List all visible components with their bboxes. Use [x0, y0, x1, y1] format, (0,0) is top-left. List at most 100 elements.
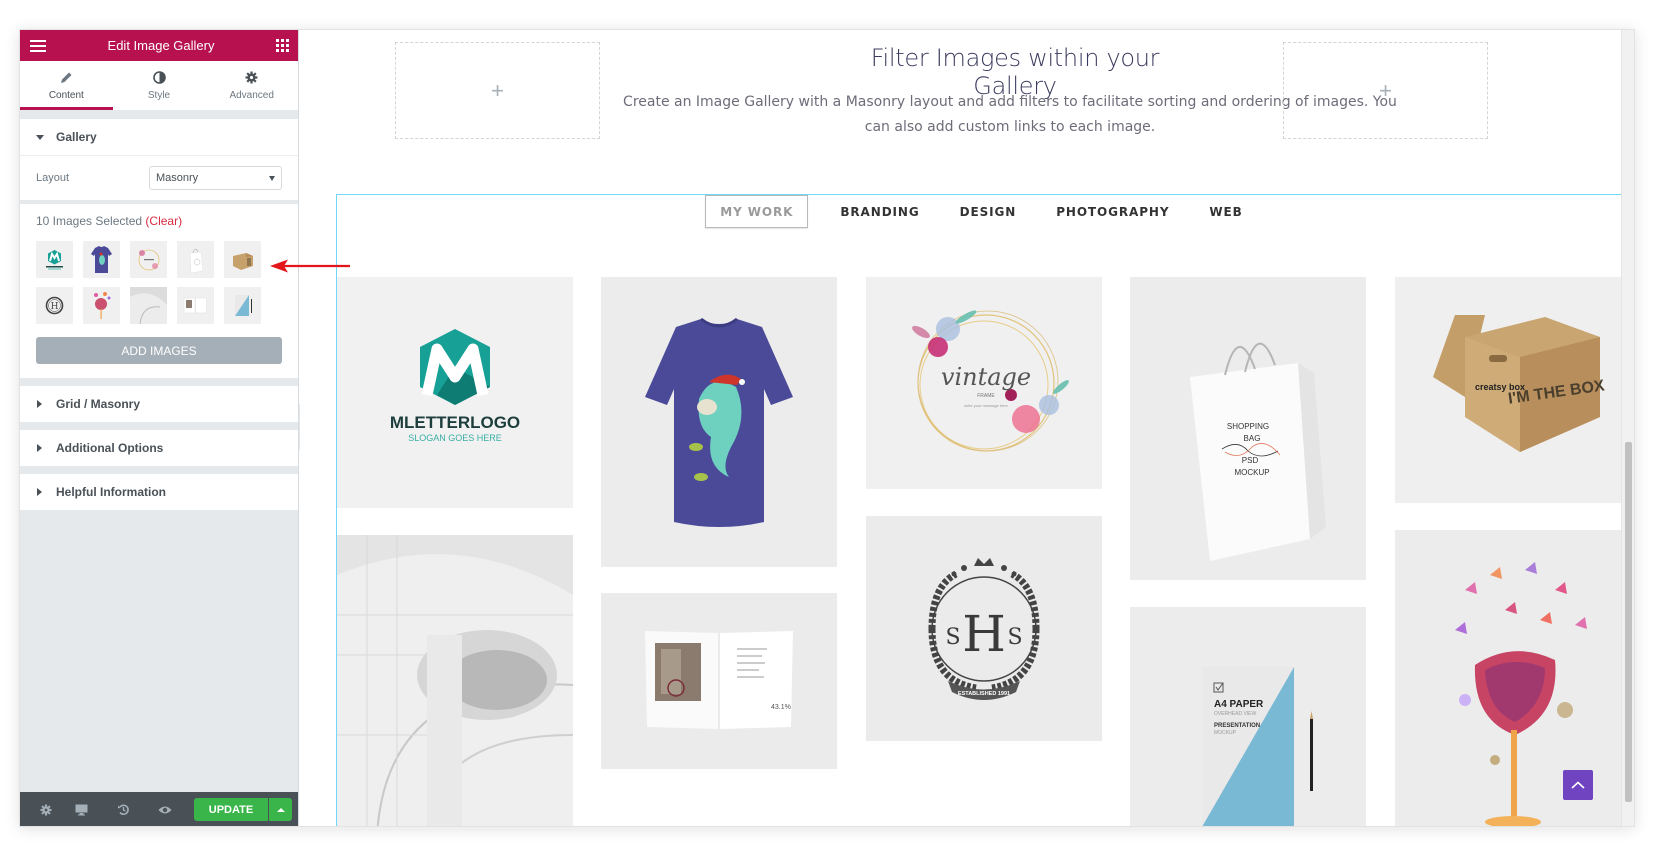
images-selected-text: 10 Images Selected (Clear) — [36, 214, 282, 228]
panel-header: Edit Image Gallery — [20, 30, 298, 61]
layout-label: Layout — [36, 172, 70, 184]
paper-title2: PRESENTATION — [1214, 723, 1260, 729]
annotation-arrow-icon — [270, 259, 350, 273]
half-circle-icon — [152, 71, 166, 85]
gallery-image-open-magazine[interactable]: 43.1% — [601, 593, 837, 769]
filter-my-work[interactable]: MY WORK — [705, 195, 809, 228]
thumbnail-cardboard-box[interactable] — [224, 241, 261, 278]
bag-line-1: SHOPPING — [1227, 422, 1269, 431]
history-icon[interactable] — [102, 803, 144, 816]
caret-up-icon — [276, 807, 285, 812]
gallery-image-cardboard-box[interactable]: creatsy box I'M THE BOX — [1395, 277, 1631, 503]
tab-advanced[interactable]: Advanced — [205, 61, 298, 110]
section-title: Additional Options — [56, 441, 164, 455]
layout-control: Layout Masonry — [20, 155, 298, 200]
tab-style[interactable]: Style — [113, 61, 206, 110]
gallery-image-shopping-bag[interactable]: SHOPPING BAG PSD MOCKUP — [1130, 277, 1366, 580]
clear-images-link[interactable]: (Clear) — [145, 214, 182, 228]
section-gallery-toggle[interactable]: Gallery — [20, 119, 298, 155]
shs-left: S — [945, 625, 960, 650]
thumbnail-purple-tshirt[interactable] — [83, 241, 120, 278]
thumbnail-a4-paper[interactable] — [224, 287, 261, 324]
filter-photography[interactable]: PHOTOGRAPHY — [1036, 195, 1189, 228]
preview-eye-icon[interactable] — [144, 805, 186, 815]
update-button[interactable]: UPDATE — [194, 798, 268, 821]
filter-web[interactable]: WEB — [1189, 195, 1262, 228]
image-thumbnails: H — [36, 241, 282, 324]
gallery-image-shs-emblem[interactable]: H S S ESTABLISHED 1991 — [866, 516, 1102, 741]
section-helpful-information: Helpful Information — [20, 474, 298, 510]
panel-tabs: Content Style Advanced — [20, 61, 298, 111]
section-grid-masonry-toggle[interactable]: Grid / Masonry — [20, 386, 298, 422]
gallery-image-white-architecture[interactable] — [337, 535, 573, 826]
caret-right-icon — [37, 444, 42, 452]
layout-select-value: Masonry — [156, 172, 199, 184]
paper-title: A4 PAPER — [1214, 699, 1264, 710]
add-column-placeholder-right[interactable]: + — [1283, 42, 1488, 139]
dropdown-arrow-icon — [269, 175, 275, 181]
tab-label: Style — [147, 89, 171, 101]
gallery-image-watercolor-glass[interactable] — [1395, 530, 1631, 826]
thumbnail-watercolor-glass[interactable] — [83, 287, 120, 324]
section-additional-options: Additional Options — [20, 430, 298, 466]
shs-center: H — [962, 605, 1006, 663]
gear-icon — [245, 71, 259, 85]
section-additional-options-toggle[interactable]: Additional Options — [20, 430, 298, 466]
shs-banner: ESTABLISHED 1991 — [958, 691, 1010, 697]
bag-line-2: BAG — [1244, 434, 1261, 443]
mletter-title: MLETTERLOGO — [390, 413, 520, 432]
svg-text:H: H — [51, 302, 59, 312]
preview-scrollbar[interactable] — [1621, 30, 1634, 826]
scrollbar-thumb[interactable] — [1625, 442, 1632, 802]
save-options-button[interactable] — [269, 798, 292, 821]
paper-sub2: MOCKUP — [1214, 730, 1237, 736]
mletter-slogan: SLOGAN GOES HERE — [408, 433, 502, 443]
thumbnail-m-letter-logo[interactable] — [36, 241, 73, 278]
section-title: Helpful Information — [56, 485, 166, 499]
editor-panel: Edit Image Gallery Content Style Advance… — [20, 30, 299, 826]
layout-select[interactable]: Masonry — [149, 166, 282, 190]
widgets-grid-icon[interactable] — [276, 39, 289, 52]
add-images-button[interactable]: ADD IMAGES — [36, 337, 282, 364]
magazine-stat: 43.1% — [771, 704, 791, 711]
gallery-image-vintage-frame[interactable]: vintage FRAME write your message here — [866, 277, 1102, 489]
section-title: Grid / Masonry — [56, 397, 141, 411]
settings-icon[interactable] — [32, 803, 60, 816]
thumbnail-white-architecture[interactable] — [130, 287, 167, 324]
gallery-image-a4-paper[interactable]: A4 PAPER OVERHEAD VIEW PRESENTATION MOCK… — [1130, 607, 1366, 826]
tab-content[interactable]: Content — [20, 61, 113, 110]
thumbnail-vintage-frame[interactable] — [130, 241, 167, 278]
gallery-filters: MY WORK BRANDING DESIGN PHOTOGRAPHY WEB — [337, 195, 1631, 229]
thumbnail-shopping-bag[interactable] — [177, 241, 214, 278]
section-helpful-information-toggle[interactable]: Helpful Information — [20, 474, 298, 510]
section-gallery: Gallery Layout Masonry — [20, 119, 298, 200]
vintage-title: vintage — [941, 363, 1031, 391]
thumbnail-shs-emblem[interactable]: H — [36, 287, 73, 324]
hamburger-menu-icon[interactable] — [30, 39, 46, 52]
plus-icon: + — [1379, 77, 1392, 103]
gallery-images-control: 10 Images Selected (Clear) H ADD IMAGES — [20, 204, 298, 378]
update-button-group: UPDATE — [194, 798, 292, 821]
panel-title: Edit Image Gallery — [107, 38, 215, 53]
image-gallery-widget: MY WORK BRANDING DESIGN PHOTOGRAPHY WEB … — [336, 194, 1632, 826]
section-title: Gallery — [56, 130, 97, 144]
scroll-to-top-button[interactable] — [1563, 770, 1593, 800]
responsive-desktop-icon[interactable] — [60, 804, 102, 816]
add-column-placeholder-left[interactable]: + — [395, 42, 600, 139]
gallery-image-purple-tshirt[interactable] — [601, 277, 837, 567]
editor-window: Edit Image Gallery Content Style Advance… — [19, 29, 1635, 827]
preview-canvas: + Filter Images within your Gallery Crea… — [300, 30, 1634, 826]
paper-sub: OVERHEAD VIEW — [1214, 711, 1257, 717]
gallery-image-m-letter-logo[interactable]: MLETTERLOGO SLOGAN GOES HERE — [337, 277, 573, 508]
filter-branding[interactable]: BRANDING — [820, 195, 939, 228]
tab-label: Advanced — [229, 89, 274, 101]
caret-right-icon — [37, 400, 42, 408]
chevron-up-icon — [1571, 781, 1585, 789]
plus-icon: + — [491, 77, 504, 103]
filter-design[interactable]: DESIGN — [940, 195, 1037, 228]
tab-label: Content — [48, 89, 84, 101]
panel-footer: UPDATE — [20, 792, 298, 826]
thumbnail-open-magazine[interactable] — [177, 287, 214, 324]
images-selected-count: 10 Images Selected — [36, 214, 143, 228]
caret-right-icon — [37, 488, 42, 496]
